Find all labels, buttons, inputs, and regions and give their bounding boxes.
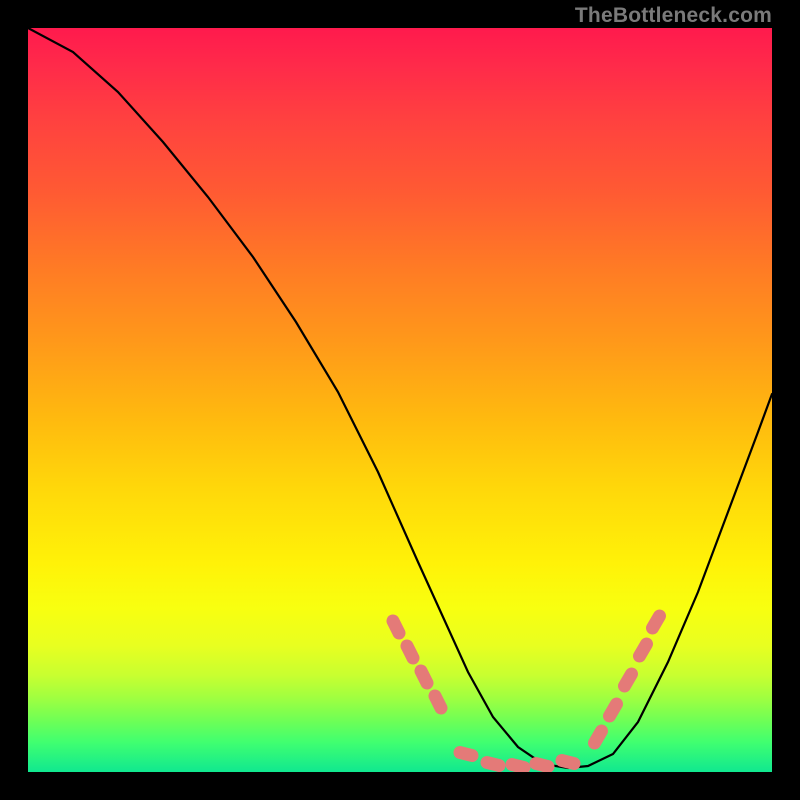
watermark: TheBottleneck.com: [575, 4, 772, 28]
chart-frame: TheBottleneck.com: [0, 0, 800, 800]
highlight-dot: [421, 671, 427, 683]
highlight-dot: [460, 753, 472, 756]
highlight-dot: [610, 704, 617, 716]
highlight-dot: [487, 763, 499, 766]
highlight-dot: [393, 621, 399, 633]
highlight-dot: [625, 674, 632, 686]
chart-svg: [28, 28, 772, 772]
highlight-dot: [562, 761, 574, 764]
highlight-dot: [435, 696, 441, 708]
highlight-dot: [407, 646, 413, 658]
highlight-dot: [653, 616, 660, 628]
highlight-dot: [512, 765, 524, 768]
bottleneck-curve: [28, 28, 772, 768]
highlight-dot: [595, 731, 602, 743]
highlight-dot: [640, 644, 647, 656]
highlight-dot: [536, 764, 548, 767]
plot-area: [28, 28, 772, 772]
